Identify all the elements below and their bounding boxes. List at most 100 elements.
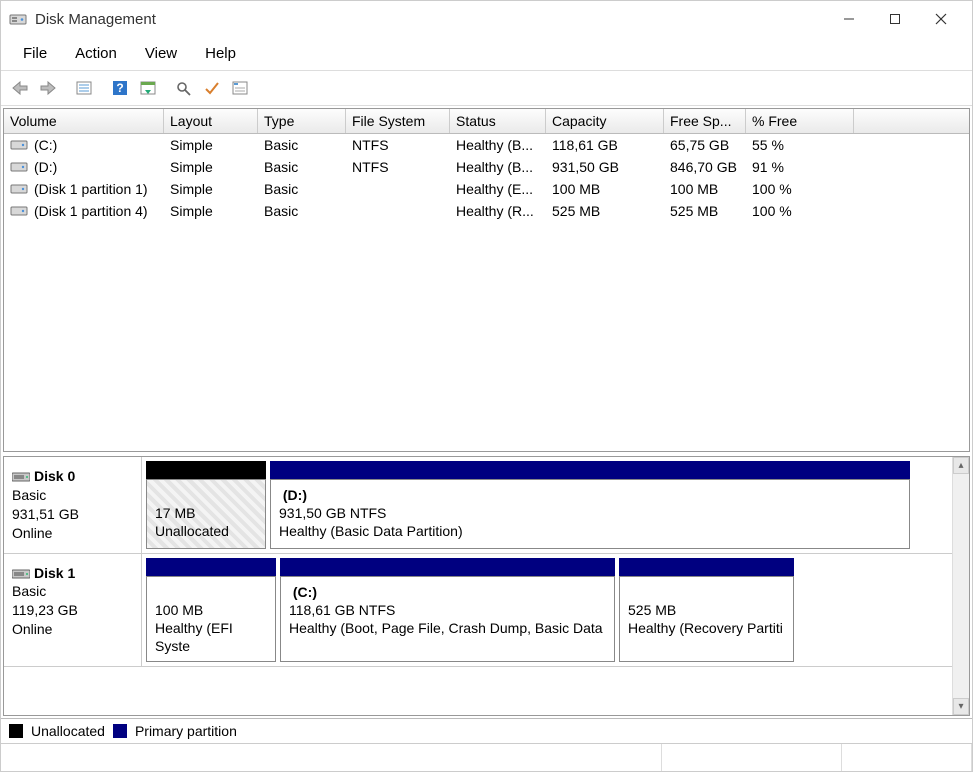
- back-button[interactable]: [7, 75, 33, 101]
- refresh-button[interactable]: [71, 75, 97, 101]
- volume-icon: [10, 160, 28, 174]
- titlebar[interactable]: Disk Management: [1, 1, 972, 37]
- close-button[interactable]: [918, 4, 964, 34]
- page-icon: [75, 80, 93, 96]
- disk-icon: [12, 567, 30, 581]
- check-button[interactable]: [199, 75, 225, 101]
- menubar: File Action View Help: [1, 37, 972, 71]
- volume-fs: NTFS: [346, 157, 450, 177]
- volume-row[interactable]: (C:)SimpleBasicNTFSHealthy (B...118,61 G…: [4, 134, 969, 156]
- partition-header: [280, 558, 615, 576]
- disk-pane-content: Disk 0 Basic 931,51 GB Online 17 MBUnallocat…: [4, 457, 952, 715]
- volume-type: Basic: [258, 201, 346, 221]
- partition-title: (C:): [289, 584, 317, 600]
- disk-icon: [12, 470, 30, 484]
- menu-action[interactable]: Action: [61, 41, 131, 66]
- partition-size: 525 MB: [628, 602, 676, 618]
- forward-button[interactable]: [35, 75, 61, 101]
- volume-row[interactable]: (D:)SimpleBasicNTFSHealthy (B...931,50 G…: [4, 156, 969, 178]
- partition-body: 525 MB Healthy (Recovery Partiti: [619, 576, 794, 663]
- legend-label-unallocated: Unallocated: [31, 723, 105, 739]
- search-button[interactable]: [171, 75, 197, 101]
- disk-pane-scrollbar[interactable]: ▴ ▾: [952, 457, 969, 715]
- col-header-volume[interactable]: Volume: [4, 109, 164, 133]
- disk-status: Online: [12, 525, 52, 541]
- disk-name: Disk 0: [34, 468, 75, 484]
- partition-status: Healthy (EFI Syste: [155, 620, 233, 654]
- scroll-up-button[interactable]: ▴: [953, 457, 969, 474]
- statusbar-cell-1: [1, 744, 662, 771]
- calendar-icon: [139, 80, 157, 96]
- volume-type: Basic: [258, 179, 346, 199]
- volume-status: Healthy (B...: [450, 157, 546, 177]
- disk-label[interactable]: Disk 1Basic119,23 GBOnline: [4, 554, 142, 667]
- col-header-status[interactable]: Status: [450, 109, 546, 133]
- menu-help[interactable]: Help: [191, 41, 250, 66]
- volume-capacity: 931,50 GB: [546, 157, 664, 177]
- disk-size: 931,51 GB: [12, 506, 79, 522]
- partition-body: 17 MBUnallocated: [146, 479, 266, 549]
- arrow-right-icon: [39, 80, 57, 96]
- menu-view[interactable]: View: [131, 41, 191, 66]
- partition-header: [146, 558, 276, 576]
- volume-status: Healthy (R...: [450, 201, 546, 221]
- partition-size: 118,61 GB NTFS: [289, 602, 395, 618]
- volume-list-body: (C:)SimpleBasicNTFSHealthy (B...118,61 G…: [4, 134, 969, 222]
- disk-block: Disk 0 Basic 931,51 GB Online 17 MBUnallocat…: [4, 457, 952, 554]
- statusbar-cell-3: [842, 744, 972, 771]
- volume-row[interactable]: (Disk 1 partition 1) SimpleBasic Healthy (…: [4, 178, 969, 200]
- disk-label[interactable]: Disk 0 Basic 931,51 GB Online: [4, 457, 142, 553]
- col-header-free[interactable]: Free Sp...: [664, 109, 746, 133]
- partition-primary[interactable]: 525 MB Healthy (Recovery Partiti: [619, 558, 794, 663]
- minimize-button[interactable]: [826, 4, 872, 34]
- disk-pane: Disk 0 Basic 931,51 GB Online 17 MBUnallocat…: [3, 456, 970, 716]
- partition-primary[interactable]: 100 MBHealthy (EFI Syste: [146, 558, 276, 663]
- volume-status: Healthy (E...: [450, 179, 546, 199]
- help-icon: ?: [111, 80, 129, 96]
- partition-unallocated[interactable]: 17 MBUnallocated: [146, 461, 266, 549]
- volume-capacity: 525 MB: [546, 201, 664, 221]
- partition-size: 931,50 GB NTFS: [279, 505, 386, 521]
- col-header-filesystem[interactable]: File System: [346, 109, 450, 133]
- volume-fs: [346, 201, 450, 221]
- col-header-capacity[interactable]: Capacity: [546, 109, 664, 133]
- volume-layout: Simple: [164, 179, 258, 199]
- partition-header: [146, 461, 266, 479]
- maximize-button[interactable]: [872, 4, 918, 34]
- volume-pctfree: 55 %: [746, 135, 854, 155]
- legend-swatch-unallocated: [9, 724, 23, 738]
- partition-primary[interactable]: (D:)931,50 GB NTFSHealthy (Basic Data Pa…: [270, 461, 910, 549]
- menu-file[interactable]: File: [9, 41, 61, 66]
- close-icon: [935, 13, 947, 25]
- volume-free: 846,70 GB: [664, 157, 746, 177]
- disk-partitions: 17 MBUnallocated (D:)931,50 GB NTFSHealt…: [142, 457, 952, 553]
- volume-name: (Disk 1 partition 1): [34, 181, 148, 197]
- partition-body: 100 MBHealthy (EFI Syste: [146, 576, 276, 663]
- scroll-down-button[interactable]: ▾: [953, 698, 969, 715]
- maximize-icon: [889, 13, 901, 25]
- partition-status: Healthy (Recovery Partiti: [628, 620, 783, 636]
- volume-icon: [10, 204, 28, 218]
- disk-type: Basic: [12, 487, 46, 503]
- help-button[interactable]: ?: [107, 75, 133, 101]
- partition-header: [619, 558, 794, 576]
- properties-button[interactable]: [227, 75, 253, 101]
- volume-layout: Simple: [164, 157, 258, 177]
- volume-row[interactable]: (Disk 1 partition 4)SimpleBasicHealthy (…: [4, 200, 969, 222]
- partition-title: (D:): [279, 487, 307, 503]
- list-icon: [231, 80, 249, 96]
- volume-free: 65,75 GB: [664, 135, 746, 155]
- col-header-type[interactable]: Type: [258, 109, 346, 133]
- volume-list[interactable]: Volume Layout Type File System Status Ca…: [3, 108, 970, 452]
- check-icon: [203, 80, 221, 96]
- app-icon: [9, 10, 27, 28]
- volume-pctfree: 91 %: [746, 157, 854, 177]
- volume-capacity: 100 MB: [546, 179, 664, 199]
- statusbar: [1, 743, 972, 771]
- partition-primary[interactable]: (C:)118,61 GB NTFSHealthy (Boot, Page Fi…: [280, 558, 615, 663]
- col-header-pctfree[interactable]: % Free: [746, 109, 854, 133]
- disk-size: 119,23 GB: [12, 602, 78, 618]
- settings-button[interactable]: [135, 75, 161, 101]
- legend: Unallocated Primary partition: [1, 718, 972, 743]
- col-header-layout[interactable]: Layout: [164, 109, 258, 133]
